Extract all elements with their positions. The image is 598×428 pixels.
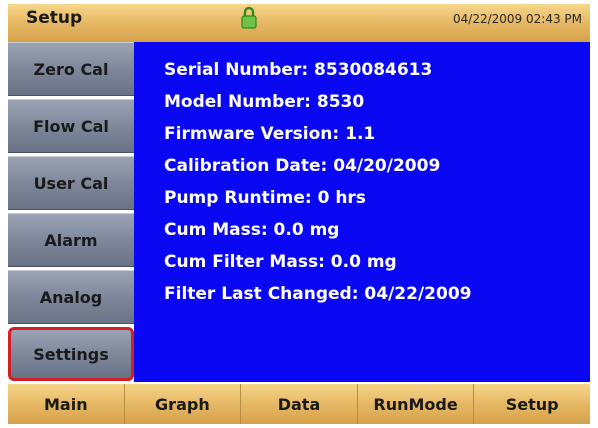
sidebar: Zero Cal Flow Cal User Cal Alarm Analog … bbox=[8, 42, 134, 382]
serial-number: Serial Number: 8530084613 bbox=[164, 60, 433, 80]
alarm-button[interactable]: Alarm bbox=[8, 213, 134, 267]
page-title: Setup bbox=[26, 8, 83, 28]
bottom-nav: Main Graph Data RunMode Setup bbox=[8, 384, 590, 424]
zero-cal-label: Zero Cal bbox=[33, 59, 109, 79]
settings-button[interactable]: Settings bbox=[8, 327, 134, 381]
cum-mass: Cum Mass: 0.0 mg bbox=[164, 220, 340, 240]
device-info-panel: Serial Number: 8530084613 Model Number: … bbox=[134, 42, 590, 382]
user-cal-label: User Cal bbox=[33, 173, 109, 193]
header-bar: Setup 04/22/2009 02:43 PM bbox=[8, 4, 590, 43]
alarm-label: Alarm bbox=[44, 230, 98, 250]
datetime-display: 04/22/2009 02:43 PM bbox=[453, 12, 582, 26]
flow-cal-button[interactable]: Flow Cal bbox=[8, 99, 134, 153]
zero-cal-button[interactable]: Zero Cal bbox=[8, 42, 134, 96]
lock-icon bbox=[241, 6, 257, 29]
nav-runmode-button[interactable]: RunMode bbox=[358, 384, 475, 424]
nav-main-button[interactable]: Main bbox=[8, 384, 125, 424]
filter-last-changed: Filter Last Changed: 04/22/2009 bbox=[164, 284, 472, 304]
firmware-version: Firmware Version: 1.1 bbox=[164, 124, 376, 144]
user-cal-button[interactable]: User Cal bbox=[8, 156, 134, 210]
nav-setup-button[interactable]: Setup bbox=[474, 384, 590, 424]
cum-filter-mass: Cum Filter Mass: 0.0 mg bbox=[164, 252, 397, 272]
flow-cal-label: Flow Cal bbox=[33, 116, 109, 136]
settings-label: Settings bbox=[33, 344, 109, 364]
analog-button[interactable]: Analog bbox=[8, 270, 134, 324]
model-number: Model Number: 8530 bbox=[164, 92, 365, 112]
nav-graph-button[interactable]: Graph bbox=[125, 384, 242, 424]
calibration-date: Calibration Date: 04/20/2009 bbox=[164, 156, 441, 176]
pump-runtime: Pump Runtime: 0 hrs bbox=[164, 188, 366, 208]
device-screen: Setup 04/22/2009 02:43 PM Zero Cal Flow … bbox=[0, 0, 598, 428]
analog-label: Analog bbox=[39, 287, 103, 307]
nav-data-button[interactable]: Data bbox=[241, 384, 358, 424]
